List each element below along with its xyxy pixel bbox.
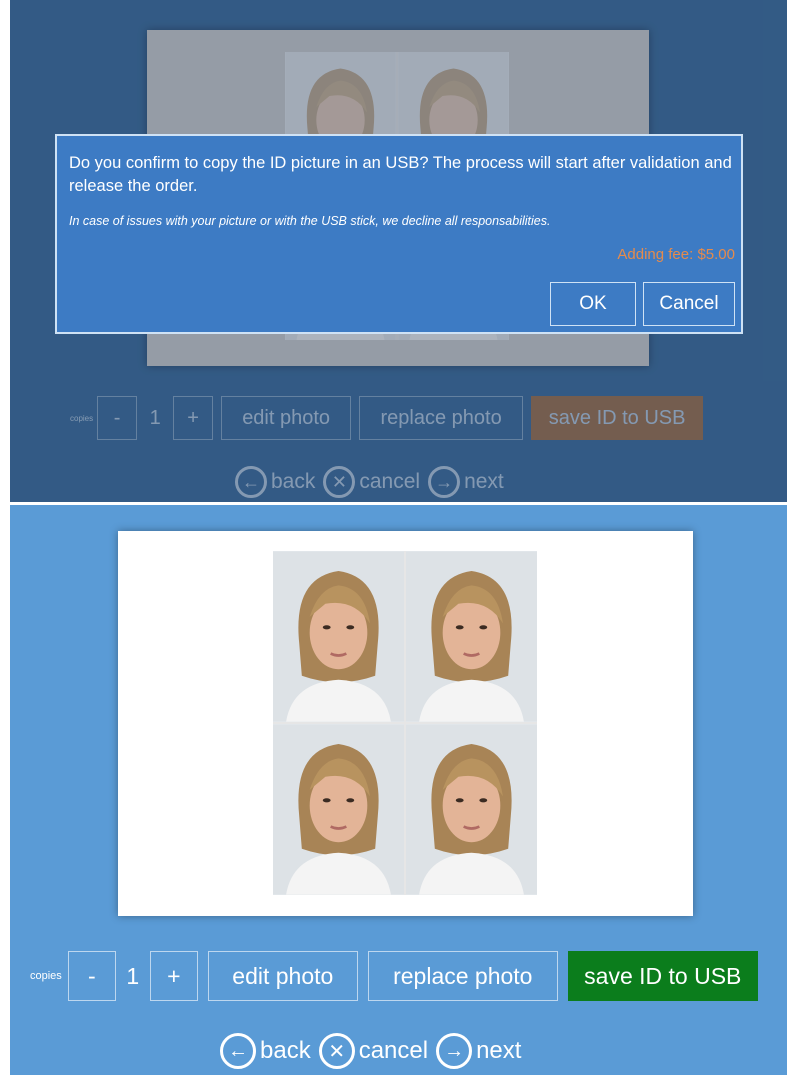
dialog-cancel-button[interactable]: Cancel xyxy=(643,282,735,326)
id-photo-grid xyxy=(273,551,537,895)
decrement-button[interactable]: - xyxy=(67,951,116,1001)
portrait-image xyxy=(406,724,537,895)
portrait-image xyxy=(273,724,404,895)
save-id-to-usb-button[interactable]: save ID to USB xyxy=(567,951,758,1001)
next-label: next xyxy=(476,1037,522,1064)
edit-photo-button[interactable]: edit photo xyxy=(207,951,358,1001)
cancel-button[interactable]: ✕ cancel xyxy=(318,1033,429,1069)
toolbar: copies - 1 + edit photo replace photo sa… xyxy=(30,950,768,1002)
dialog-disclaimer: In case of issues with your picture or w… xyxy=(69,214,551,228)
increment-button[interactable]: + xyxy=(149,951,198,1001)
navigation-bar: ← back ✕ cancel → next xyxy=(220,1033,529,1069)
back-button[interactable]: ← back xyxy=(220,1033,311,1069)
arrow-left-circle-icon: ← xyxy=(220,1033,256,1069)
x-circle-icon: ✕ xyxy=(318,1033,355,1069)
id-photo xyxy=(406,724,537,895)
portrait-image xyxy=(406,551,537,722)
portrait-image xyxy=(273,551,404,722)
id-photo xyxy=(406,551,537,722)
back-label: back xyxy=(260,1037,311,1064)
usb-confirm-dialog: Do you confirm to copy the ID picture in… xyxy=(55,134,743,334)
id-photo xyxy=(273,551,404,722)
copies-quantity: 1 xyxy=(126,962,140,989)
preview-screen: copies - 1 + edit photo replace photo sa… xyxy=(10,505,787,1075)
copies-label: copies xyxy=(30,970,62,982)
replace-photo-button[interactable]: replace photo xyxy=(367,951,558,1001)
confirm-screen: copies - 1 + edit photo replace photo sa… xyxy=(10,0,787,502)
dialog-fee: Adding fee: $5.00 xyxy=(617,246,735,263)
cancel-label: cancel xyxy=(358,1037,429,1064)
arrow-right-circle-icon: → xyxy=(436,1033,473,1069)
ok-button[interactable]: OK xyxy=(550,282,636,326)
print-preview-paper xyxy=(118,531,693,916)
next-button[interactable]: → next xyxy=(436,1033,521,1069)
id-photo xyxy=(273,724,404,895)
dialog-message: Do you confirm to copy the ID picture in… xyxy=(69,154,732,195)
